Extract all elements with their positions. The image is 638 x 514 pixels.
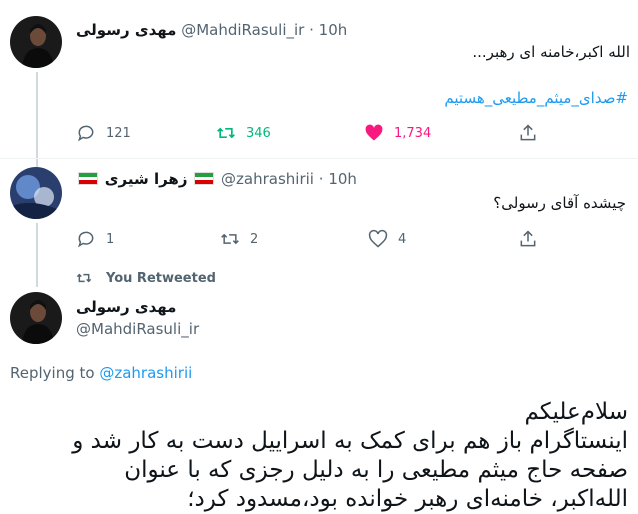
retweet-button[interactable]: 346 <box>216 122 271 144</box>
main-tweet-text: سلام‌علیکم اینستاگرام باز هم برای کمک به… <box>6 398 628 514</box>
tweet-text: الله اکبر،خامنه ای رهبر... <box>472 43 630 61</box>
tweet-1[interactable]: مهدی رسولی @MahdiRasuli_ir · 10h الله اک… <box>0 0 638 166</box>
reply-button[interactable]: 121 <box>76 122 131 144</box>
share-button[interactable] <box>518 228 548 250</box>
heart-outline-icon <box>368 229 388 248</box>
reply-button[interactable]: 1 <box>76 228 114 250</box>
avatar-mahdi[interactable] <box>10 292 62 344</box>
author-name[interactable]: زهرا شیری <box>105 170 188 188</box>
tweet-time[interactable]: 10h <box>319 21 348 39</box>
replying-to-link[interactable]: @zahrashirii <box>99 364 192 382</box>
tweet-actions: 121 346 1,734 <box>76 122 556 144</box>
heart-icon <box>365 124 383 141</box>
tweet-header: زهرا شیری @zahrashirii · 10h <box>76 169 357 189</box>
like-button[interactable]: 1,734 <box>364 122 431 144</box>
author-name[interactable]: مهدی رسولی <box>76 21 176 39</box>
retweet-icon <box>221 233 239 245</box>
thread-line <box>36 223 38 287</box>
author-handle[interactable]: @MahdiRasuli_ir <box>181 21 304 39</box>
retweeted-label: You Retweeted <box>106 270 216 286</box>
retweeted-banner: You Retweeted <box>76 270 216 286</box>
main-author-name: مهدی رسولی <box>76 297 176 317</box>
main-author-handle: @MahdiRasuli_ir <box>76 319 199 339</box>
reply-count: 1 <box>106 231 115 247</box>
author-handle[interactable]: @MahdiRasuli_ir <box>76 320 199 338</box>
like-count: 1,734 <box>394 125 432 141</box>
replying-prefix: Replying to <box>10 364 95 382</box>
retweet-count: 2 <box>250 231 259 247</box>
thread-line <box>36 72 38 166</box>
reply-icon <box>78 125 94 142</box>
iran-flag-icon <box>78 172 98 185</box>
like-button[interactable]: 4 <box>368 228 406 250</box>
author-handle[interactable]: @zahrashirii <box>221 170 314 188</box>
tweet-actions: 1 2 4 <box>76 228 556 250</box>
retweet-icon <box>217 127 235 139</box>
text-line: صفحه حاج میثم مطیعی را به دلیل رجزی که ب… <box>124 457 628 483</box>
tweet-time[interactable]: 10h <box>328 170 357 188</box>
reply-count: 121 <box>106 125 131 141</box>
share-button[interactable] <box>518 122 548 144</box>
tweet-text: چیشده آقای رسولی؟ <box>493 194 626 212</box>
thread-line-top <box>36 159 38 167</box>
reply-icon <box>78 231 94 248</box>
share-icon <box>520 230 536 247</box>
tweet-2[interactable]: زهرا شیری @zahrashirii · 10h چیشده آقای … <box>0 159 638 287</box>
text-line: الله‌اکبر، خامنه‌ای رهبر خوانده بود،مسدو… <box>187 486 628 512</box>
avatar-zahra[interactable] <box>10 167 62 219</box>
text-line: اینستاگرام باز هم برای کمک به اسراییل دس… <box>72 428 628 454</box>
tweet-header: مهدی رسولی @MahdiRasuli_ir · 10h <box>76 20 347 40</box>
iran-flag-icon <box>194 172 215 185</box>
retweet-count: 346 <box>246 125 271 141</box>
replying-to: Replying to @zahrashirii <box>10 364 192 382</box>
like-count: 4 <box>398 231 407 247</box>
separator-dot: · <box>318 170 324 188</box>
avatar-mahdi[interactable] <box>10 16 62 68</box>
hashtag-link[interactable]: #صدای_میثم_مطیعی_هستیم <box>78 88 628 108</box>
retweet-button[interactable]: 2 <box>220 228 258 250</box>
retweet-icon <box>76 273 92 283</box>
share-icon <box>520 124 536 141</box>
author-name[interactable]: مهدی رسولی <box>76 298 176 316</box>
text-line: سلام‌علیکم <box>524 399 628 425</box>
separator-dot: · <box>309 21 314 39</box>
